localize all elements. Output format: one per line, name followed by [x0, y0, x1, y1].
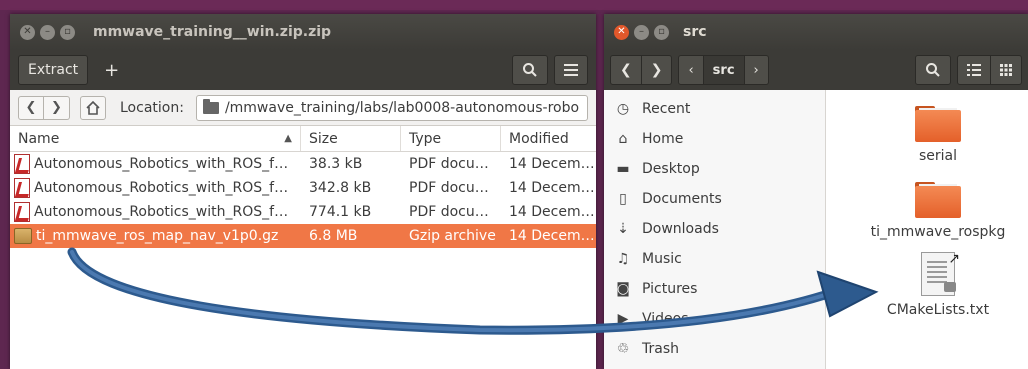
chevron-right-icon: › — [753, 62, 759, 78]
file-manager-toolbar: ❮ ❯ ‹ src › — [604, 50, 1028, 90]
sort-ascending-icon: ▲ — [284, 133, 292, 144]
column-header-modified[interactable]: Modified — [501, 126, 596, 151]
location-bar: ❮ ❯ Location: /mmwave_training/labs/lab0… — [10, 90, 596, 126]
column-header-size[interactable]: Size — [301, 126, 401, 151]
sidebar-item-downloads[interactable]: ⇣ Downloads — [604, 214, 825, 244]
archive-titlebar[interactable]: ✕ – ▫ mmwave_training__win.zip.zip — [10, 14, 596, 50]
search-icon — [926, 63, 940, 77]
document-icon: ▯ — [619, 191, 627, 207]
archive-icon — [14, 228, 32, 244]
archive-toolbar: Extract + — [10, 50, 596, 90]
column-header-name[interactable]: Name ▲ — [10, 126, 301, 151]
column-header-type[interactable]: Type — [401, 126, 501, 151]
chevron-left-icon: ❮ — [25, 100, 37, 115]
minimize-icon: – — [45, 26, 50, 37]
close-window-button[interactable]: ✕ — [614, 24, 629, 40]
list-view-icon — [967, 64, 981, 76]
table-row-selected[interactable]: ti_mmwave_ros_map_nav_v1p0.gz 6.8 MB Gzi… — [10, 224, 596, 248]
path-segment-current[interactable]: src — [703, 55, 745, 85]
grid-view-button[interactable] — [991, 55, 1022, 85]
folder-content-view: serial ti_mmwave_rospkg ↗ CMakeLists.txt — [826, 90, 1028, 369]
chevron-left-icon: ‹ — [688, 62, 694, 78]
symlink-arrow-icon: ↗ — [948, 251, 960, 267]
maximize-icon: ▫ — [64, 26, 71, 37]
chevron-right-icon: ❯ — [51, 100, 62, 115]
home-button[interactable] — [80, 95, 106, 120]
trash-icon: ♲ — [616, 341, 630, 357]
location-path: /mmwave_training/labs/lab0008-autonomous… — [224, 99, 580, 116]
folder-icon — [915, 106, 961, 142]
close-icon: ✕ — [617, 26, 626, 37]
back-button[interactable]: ❮ — [610, 55, 642, 85]
sidebar-item-home[interactable]: ⌂ Home — [604, 124, 825, 154]
path-scroll-left-button[interactable]: ‹ — [678, 55, 704, 85]
camera-icon: ◙ — [616, 281, 630, 297]
file-manager-titlebar[interactable]: ✕ – ▫ src — [604, 14, 1028, 50]
desktop-folder-icon: ▬ — [616, 161, 630, 177]
file-manager-window: ✕ – ▫ src ❮ ❯ ‹ src › ◷ Recent ⌂ Home ▬ … — [604, 14, 1028, 369]
list-view-button[interactable] — [957, 55, 991, 85]
chevron-left-icon: ❮ — [620, 62, 632, 78]
minimize-window-button[interactable]: – — [40, 24, 55, 40]
text-file-icon: ↗ — [921, 251, 960, 296]
maximize-window-button[interactable]: ▫ — [60, 24, 75, 40]
location-input[interactable]: /mmwave_training/labs/lab0008-autonomous… — [195, 94, 588, 121]
file-item-folder[interactable]: ti_mmwave_rospkg — [858, 182, 1018, 240]
maximize-window-button[interactable]: ▫ — [654, 24, 669, 40]
maximize-icon: ▫ — [658, 26, 665, 37]
home-icon — [86, 100, 100, 115]
search-button[interactable] — [512, 55, 548, 85]
grid-view-icon — [1000, 64, 1012, 76]
download-icon: ⇣ — [617, 221, 629, 237]
location-label: Location: — [120, 99, 184, 116]
home-icon: ⌂ — [618, 131, 628, 147]
search-button[interactable] — [915, 55, 951, 85]
video-icon: ▶ — [617, 311, 629, 327]
music-icon: ♫ — [616, 251, 630, 267]
extract-button[interactable]: Extract — [18, 55, 89, 85]
folder-icon — [915, 182, 961, 218]
sidebar-item-recent[interactable]: ◷ Recent — [604, 94, 825, 124]
sidebar-item-videos[interactable]: ▶ Videos — [604, 304, 825, 334]
table-row[interactable]: Autonomous_Robotics_with_ROS_f… 774.1 kB… — [10, 200, 596, 224]
hamburger-icon — [564, 64, 578, 76]
search-icon — [523, 63, 537, 77]
desktop-background — [0, 0, 1028, 10]
minimize-icon: – — [639, 26, 644, 37]
chevron-right-icon: ❯ — [650, 62, 663, 78]
back-button[interactable]: ❮ — [18, 95, 44, 120]
archive-manager-window: ✕ – ▫ mmwave_training__win.zip.zip Extra… — [10, 14, 596, 369]
sidebar-item-music[interactable]: ♫ Music — [604, 244, 825, 274]
table-row[interactable]: Autonomous_Robotics_with_ROS_f… 38.3 kB … — [10, 152, 596, 176]
archive-file-table: Name ▲ Size Type Modified Autonomous_Rob… — [10, 126, 596, 248]
menu-button[interactable] — [554, 55, 588, 85]
path-bar: ‹ src › — [678, 55, 769, 85]
add-files-button[interactable]: + — [94, 55, 129, 85]
file-item-file[interactable]: ↗ CMakeLists.txt — [858, 251, 1018, 318]
sidebar-item-trash[interactable]: ♲ Trash — [604, 334, 825, 364]
file-manager-window-title: src — [683, 24, 707, 40]
table-row[interactable]: Autonomous_Robotics_with_ROS_f… 342.8 kB… — [10, 176, 596, 200]
folder-icon — [202, 98, 219, 114]
sidebar-item-desktop[interactable]: ▬ Desktop — [604, 154, 825, 184]
file-item-folder[interactable]: serial — [858, 106, 1018, 164]
close-icon: ✕ — [23, 26, 32, 37]
path-scroll-right-button[interactable]: › — [744, 55, 769, 85]
pdf-icon — [14, 178, 30, 198]
pdf-icon — [14, 202, 30, 222]
forward-button[interactable]: ❯ — [44, 95, 70, 120]
forward-button[interactable]: ❯ — [641, 55, 673, 85]
sidebar-item-pictures[interactable]: ◙ Pictures — [604, 274, 825, 304]
pdf-icon — [14, 154, 30, 174]
table-header: Name ▲ Size Type Modified — [10, 126, 596, 152]
close-window-button[interactable]: ✕ — [20, 24, 35, 40]
archive-window-title: mmwave_training__win.zip.zip — [93, 24, 332, 40]
places-sidebar: ◷ Recent ⌂ Home ▬ Desktop ▯ Documents ⇣ Downl… — [604, 90, 826, 369]
sidebar-item-documents[interactable]: ▯ Documents — [604, 184, 825, 214]
minimize-window-button[interactable]: – — [634, 24, 649, 40]
clock-icon: ◷ — [616, 101, 630, 117]
